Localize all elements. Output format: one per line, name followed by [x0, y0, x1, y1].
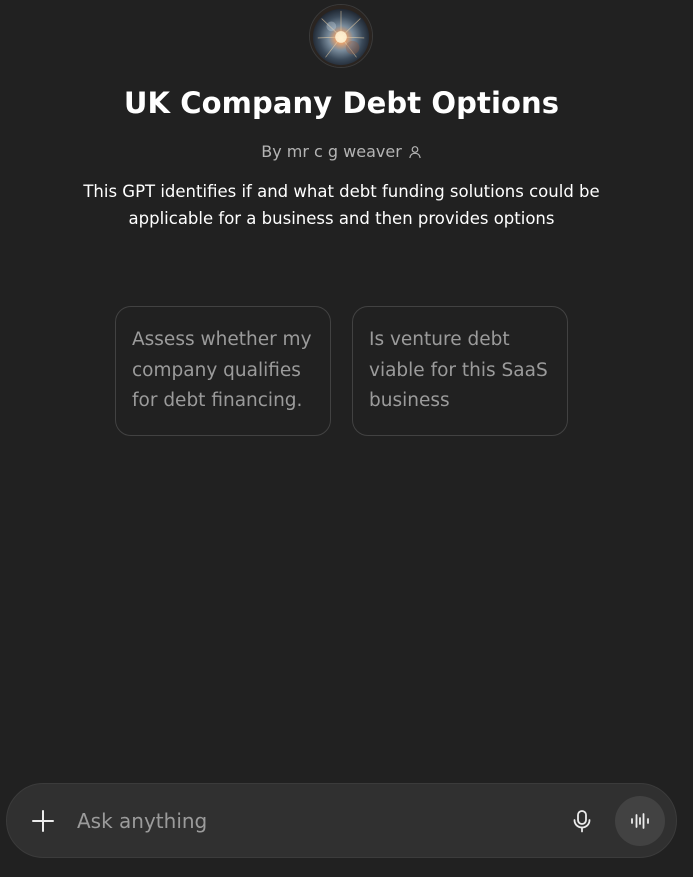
voice-mode-icon	[631, 813, 649, 829]
voice-mode-button[interactable]	[615, 796, 665, 846]
gpt-title: UK Company Debt Options	[123, 86, 560, 120]
message-composer	[6, 783, 677, 858]
microphone-icon[interactable]	[569, 808, 595, 834]
message-input[interactable]	[77, 804, 537, 838]
orb-avatar-icon	[310, 5, 372, 67]
gpt-home-page: UK Company Debt Options By mr c g weaver…	[0, 0, 693, 877]
gpt-description: This GPT identifies if and what debt fun…	[83, 182, 600, 228]
conversation-starter-card[interactable]: Assess whether my company qualifies for …	[115, 306, 331, 436]
plus-icon[interactable]	[28, 806, 58, 836]
conversation-starter-text: Is venture debt viable for this SaaS bus…	[369, 329, 548, 411]
gpt-author: By mr c g weaver	[261, 142, 402, 161]
gpt-author-byline[interactable]: By mr c g weaver	[0, 142, 683, 161]
person-icon	[408, 145, 421, 158]
conversation-starter-text: Assess whether my company qualifies for …	[132, 329, 312, 411]
conversation-starter-card[interactable]: Is venture debt viable for this SaaS bus…	[352, 306, 568, 436]
gpt-avatar	[309, 4, 373, 68]
